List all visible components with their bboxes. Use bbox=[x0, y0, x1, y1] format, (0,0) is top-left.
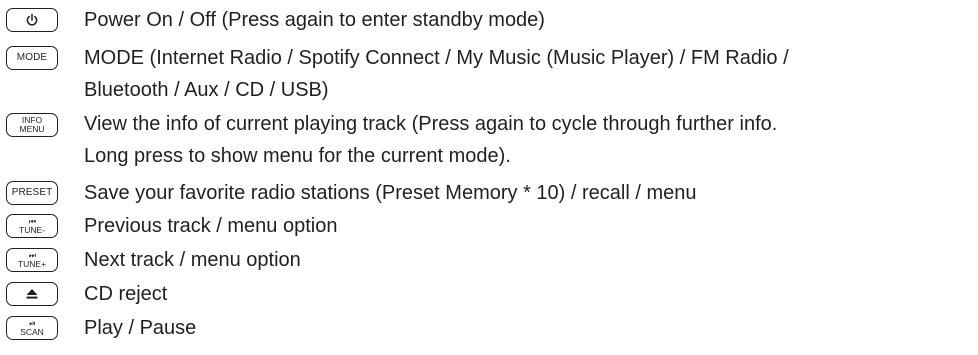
preset-button: PRESET bbox=[6, 181, 58, 205]
description-line: MODE (Internet Radio / Spotify Connect /… bbox=[84, 47, 789, 69]
button-label: TUNE+ bbox=[17, 258, 47, 269]
entry-description: Previous track / menu option bbox=[84, 210, 337, 242]
entry-description: View the info of current playing track (… bbox=[84, 108, 777, 172]
tune-plus-button: ⏭ TUNE+ bbox=[6, 248, 58, 272]
entry-description: Power On / Off (Press again to enter sta… bbox=[84, 4, 545, 36]
scan-button: ⏯ SCAN bbox=[6, 316, 58, 340]
button-label: TUNE- bbox=[19, 224, 45, 235]
button-label-bottom: MENU bbox=[19, 124, 45, 134]
entry-description: Play / Pause bbox=[84, 312, 196, 344]
description-line: View the info of current playing track (… bbox=[84, 113, 778, 135]
description-line: Save your favorite radio stations (Prese… bbox=[84, 182, 697, 204]
description-line: Power On / Off (Press again to enter sta… bbox=[84, 9, 545, 31]
button-label: SCAN bbox=[20, 326, 44, 337]
info-menu-button: INFO MENU bbox=[6, 113, 58, 137]
button-label: MODE bbox=[16, 52, 48, 63]
button-label: PRESET bbox=[11, 187, 53, 198]
tune-minus-button: ⏮ TUNE- bbox=[6, 214, 58, 238]
description-line: Play / Pause bbox=[84, 317, 197, 339]
entry-description: Save your favorite radio stations (Prese… bbox=[84, 177, 696, 209]
description-line: Previous track / menu option bbox=[84, 215, 338, 237]
power-icon bbox=[25, 13, 39, 27]
eject-button bbox=[6, 282, 58, 306]
description-line: Bluetooth / Aux / CD / USB) bbox=[84, 79, 329, 101]
description-line: Long press to show menu for the current … bbox=[84, 145, 511, 167]
power-button bbox=[6, 8, 58, 32]
entry-description: CD reject bbox=[84, 278, 167, 310]
description-line: CD reject bbox=[84, 283, 168, 305]
description-line: Next track / menu option bbox=[84, 249, 301, 271]
entry-description: MODE (Internet Radio / Spotify Connect /… bbox=[84, 42, 789, 106]
button-description-list: Power On / Off (Press again to enter sta… bbox=[0, 0, 978, 355]
eject-icon bbox=[25, 288, 39, 300]
entry-description: Next track / menu option bbox=[84, 244, 301, 276]
mode-button: MODE bbox=[6, 46, 58, 70]
